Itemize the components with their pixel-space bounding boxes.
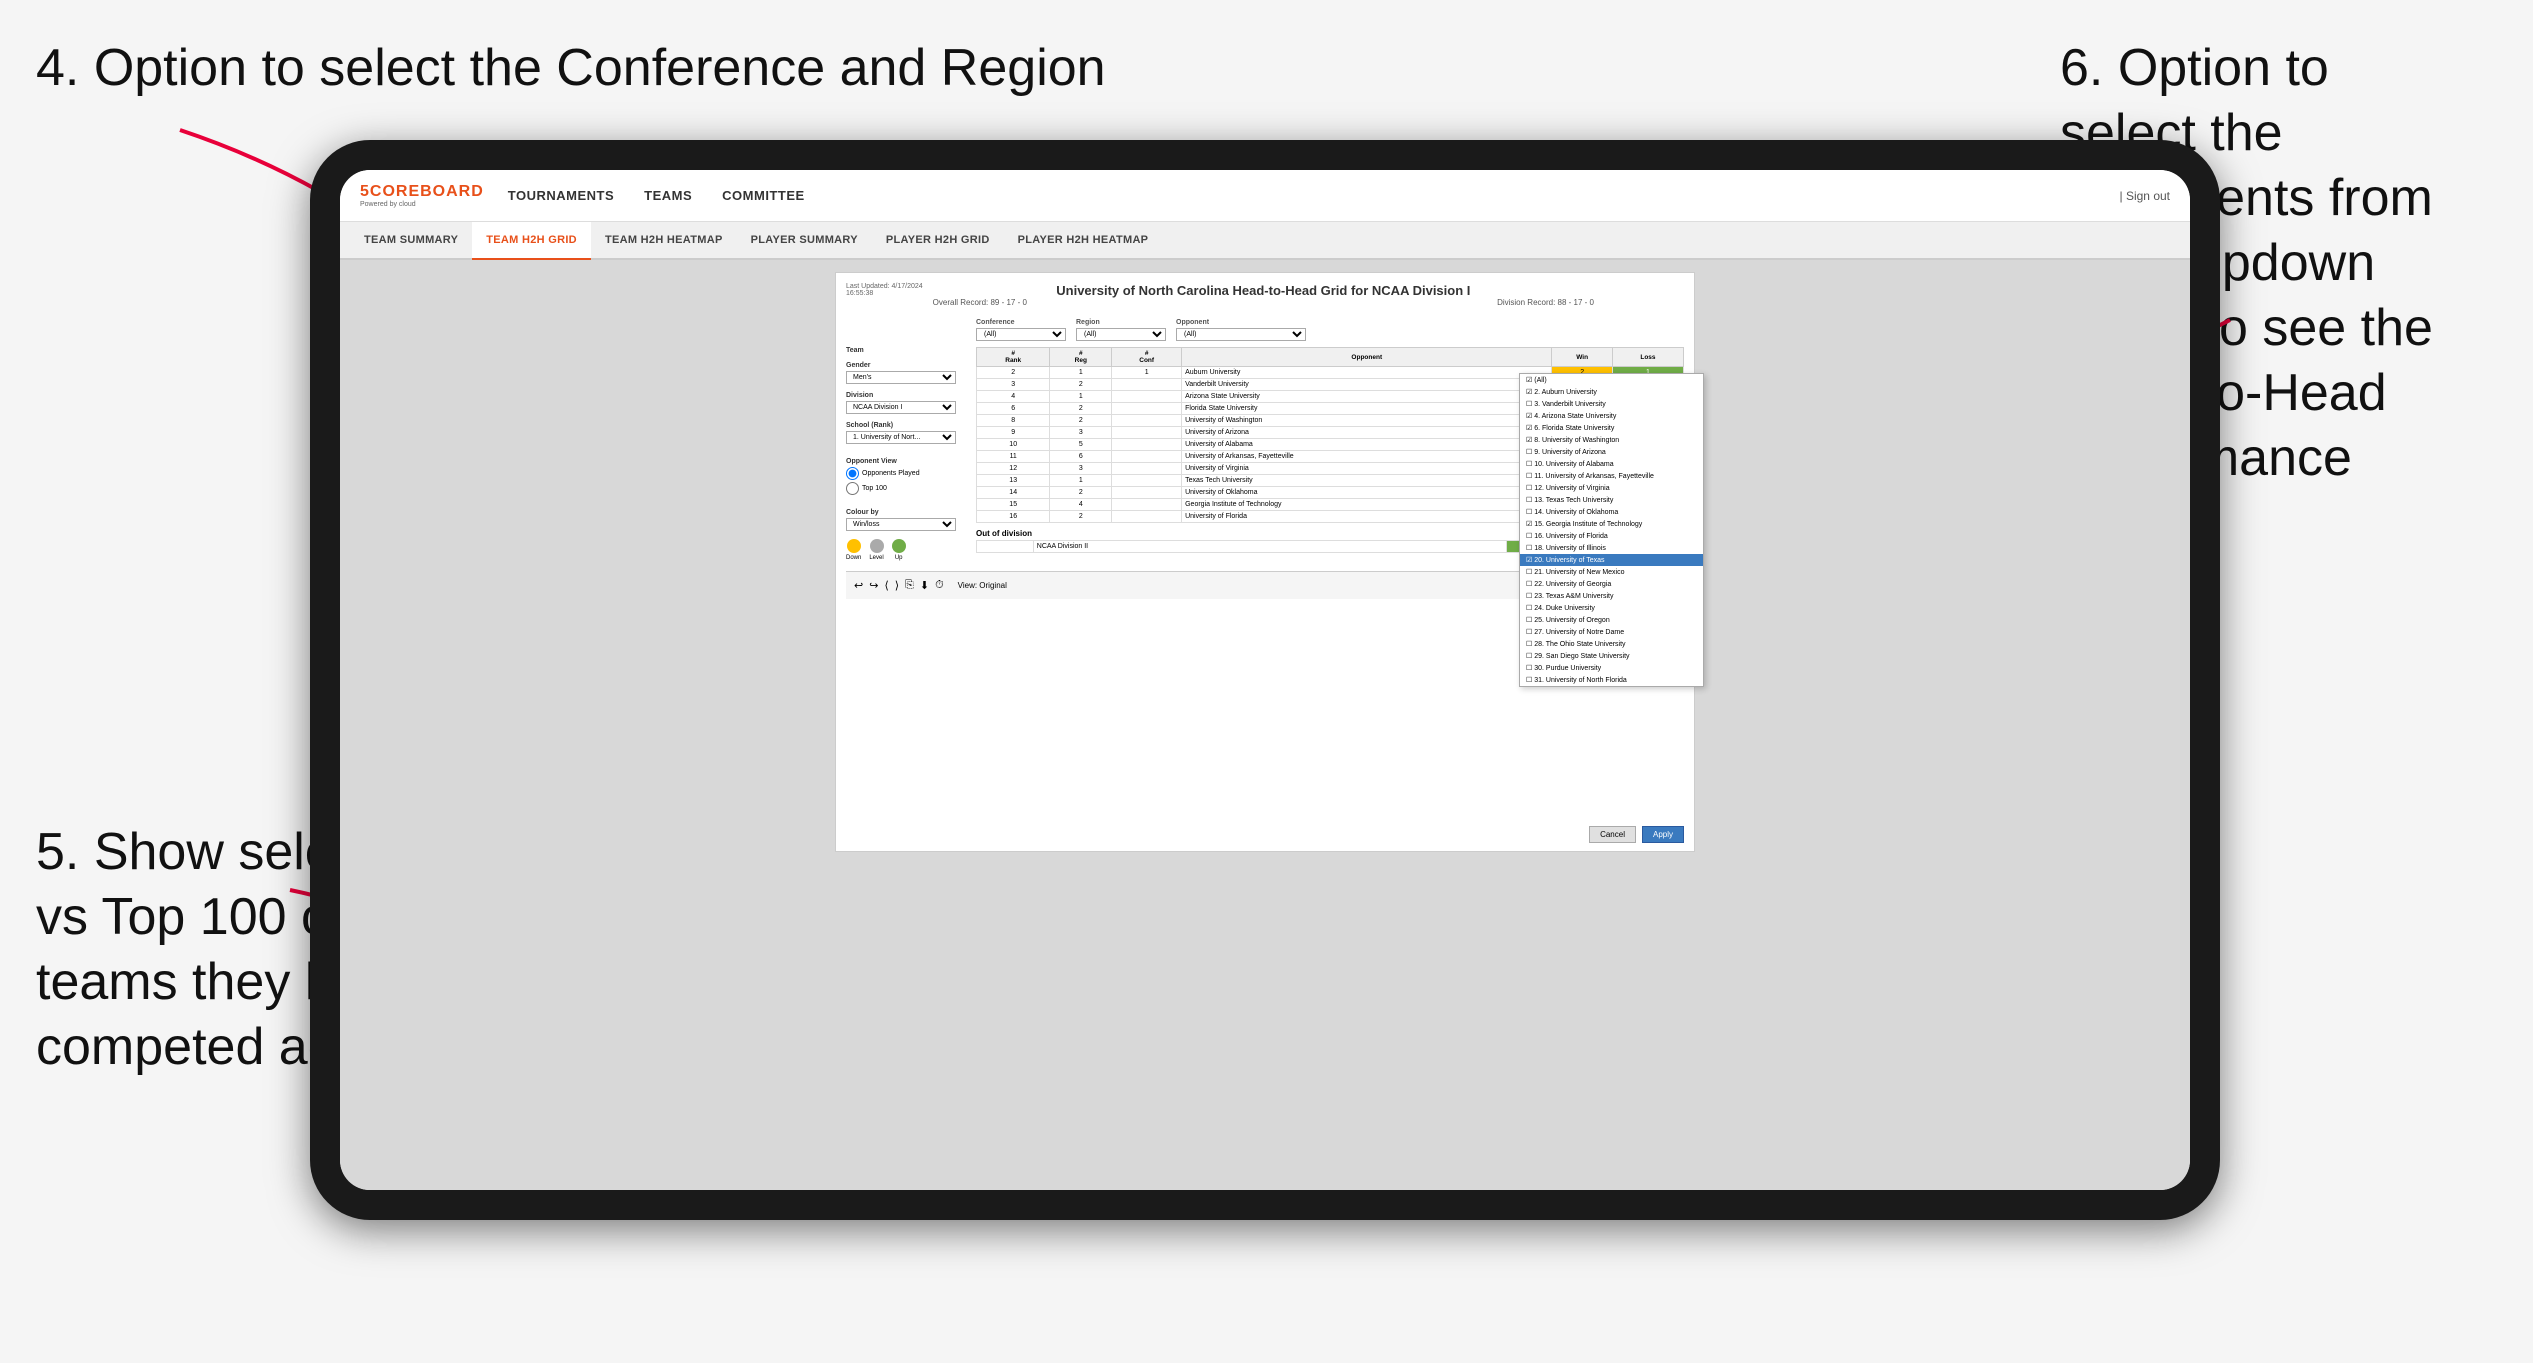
col-loss: Loss: [1612, 348, 1683, 367]
dropdown-item-12[interactable]: 12. University of Virginia: [1520, 482, 1703, 494]
toolbar-redo[interactable]: ↪: [869, 579, 878, 592]
legend-level: [870, 539, 884, 553]
colour-by-section: Colour by Win/loss: [846, 509, 966, 531]
radio-opponents-played[interactable]: Opponents Played: [846, 467, 966, 480]
dropdown-item-23[interactable]: 23. Texas A&M University: [1520, 590, 1703, 602]
radio-top-100[interactable]: Top 100: [846, 482, 966, 495]
colour-by-select[interactable]: Win/loss: [846, 518, 956, 531]
dropdown-item-27[interactable]: 27. University of Notre Dame: [1520, 626, 1703, 638]
left-panel: Team Gender Men's Division: [846, 347, 966, 561]
dropdown-item-13[interactable]: 13. Texas Tech University: [1520, 494, 1703, 506]
dropdown-item-9[interactable]: 9. University of Arizona: [1520, 446, 1703, 458]
dropdown-item-10[interactable]: 10. University of Alabama: [1520, 458, 1703, 470]
dropdown-item-24[interactable]: 24. Duke University: [1520, 602, 1703, 614]
col-rank: #Rank: [977, 348, 1050, 367]
dropdown-item-20[interactable]: ☑ 20. University of Texas: [1520, 554, 1703, 566]
opponent-select[interactable]: (All): [1176, 328, 1306, 341]
col-win: Win: [1552, 348, 1612, 367]
dropdown-item-15[interactable]: 15. Georgia Institute of Technology: [1520, 518, 1703, 530]
dropdown-item-2[interactable]: 2. Auburn University: [1520, 386, 1703, 398]
action-buttons: Cancel Apply: [1589, 826, 1684, 843]
nav-tournaments[interactable]: TOURNAMENTS: [508, 188, 614, 203]
dropdown-item-16[interactable]: 16. University of Florida: [1520, 530, 1703, 542]
toolbar-undo[interactable]: ↩: [854, 579, 863, 592]
toolbar-export[interactable]: ⬇: [920, 579, 929, 592]
gender-section: Gender Men's: [846, 362, 966, 384]
division-select[interactable]: NCAA Division I: [846, 401, 956, 414]
legend-up: [892, 539, 906, 553]
dropdown-item-18[interactable]: 18. University of Illinois: [1520, 542, 1703, 554]
radio-group: Opponents Played Top 100: [846, 467, 966, 495]
dropdown-item-28[interactable]: 28. The Ohio State University: [1520, 638, 1703, 650]
tab-player-h2h-heatmap[interactable]: PLAYER H2H HEATMAP: [1004, 222, 1163, 260]
toolbar-view: View: Original: [958, 581, 1007, 590]
dropdown-item-4[interactable]: 4. Arizona State University: [1520, 410, 1703, 422]
tab-h2h-heatmap[interactable]: TEAM H2H HEATMAP: [591, 222, 737, 260]
nav-items: TOURNAMENTS TEAMS COMMITTEE: [508, 188, 2120, 203]
annotation-top-left: 4. Option to select the Conference and R…: [36, 36, 1106, 101]
opponent-view-section: Opponent View Opponents Played Top 100: [846, 458, 966, 495]
tab-team-summary[interactable]: TEAM SUMMARY: [350, 222, 472, 260]
top-nav: 5COREBOARD Powered by cloud TOURNAMENTS …: [340, 170, 2190, 222]
main-layout: Team Gender Men's Division: [846, 347, 1684, 561]
conference-select[interactable]: (All): [976, 328, 1066, 341]
dropdown-item-14[interactable]: 14. University of Oklahoma: [1520, 506, 1703, 518]
dropdown-item-30[interactable]: 30. Purdue University: [1520, 662, 1703, 674]
opponent-filter: Opponent (All): [1176, 319, 1306, 341]
logo: 5COREBOARD Powered by cloud: [360, 183, 484, 208]
dropdown-item-21[interactable]: 21. University of New Mexico: [1520, 566, 1703, 578]
dropdown-item-25[interactable]: 25. University of Oregon: [1520, 614, 1703, 626]
dropdown-item-3[interactable]: 3. Vanderbilt University: [1520, 398, 1703, 410]
tablet-screen: 5COREBOARD Powered by cloud TOURNAMENTS …: [340, 170, 2190, 1190]
division-section: Division NCAA Division I: [846, 392, 966, 414]
school-rank-section: School (Rank) 1. University of Nort...: [846, 422, 966, 444]
dropdown-item-8[interactable]: 8. University of Washington: [1520, 434, 1703, 446]
dropdown-item-6[interactable]: 6. Florida State University: [1520, 422, 1703, 434]
nav-teams[interactable]: TEAMS: [644, 188, 692, 203]
last-updated: Last Updated: 4/17/202416:55:38: [846, 283, 923, 297]
cancel-button[interactable]: Cancel: [1589, 826, 1636, 843]
dropdown-item-29[interactable]: 29. San Diego State University: [1520, 650, 1703, 662]
toolbar-clock[interactable]: ⏱: [935, 579, 944, 592]
report-title: University of North Carolina Head-to-Hea…: [923, 283, 1604, 298]
toolbar-forward[interactable]: ⟩: [895, 579, 899, 592]
content-area: Last Updated: 4/17/202416:55:38 Universi…: [340, 260, 2190, 1190]
nav-committee[interactable]: COMMITTEE: [722, 188, 805, 203]
col-reg: #Reg: [1050, 348, 1112, 367]
tablet-frame: 5COREBOARD Powered by cloud TOURNAMENTS …: [310, 140, 2220, 1220]
col-conf: #Conf: [1112, 348, 1182, 367]
tab-nav: TEAM SUMMARY TEAM H2H GRID TEAM H2H HEAT…: [340, 222, 2190, 260]
toolbar-copy[interactable]: ⎘: [905, 579, 914, 592]
col-opponent: Opponent: [1182, 348, 1552, 367]
dropdown-item-11[interactable]: 11. University of Arkansas, Fayetteville: [1520, 470, 1703, 482]
sign-out[interactable]: | Sign out: [2120, 189, 2170, 203]
filters-row: Conference (All) Region (All): [976, 319, 1684, 341]
tab-h2h-grid[interactable]: TEAM H2H GRID: [472, 222, 591, 260]
team-section: Team: [846, 347, 966, 354]
tab-player-summary[interactable]: PLAYER SUMMARY: [737, 222, 872, 260]
legend: Down Level Up: [846, 539, 966, 561]
record-row: Overall Record: 89 - 17 - 0 Division Rec…: [923, 298, 1604, 307]
toolbar-back[interactable]: ⟨: [884, 579, 888, 592]
legend-down: [847, 539, 861, 553]
dropdown-item-22[interactable]: 22. University of Georgia: [1520, 578, 1703, 590]
school-rank-select[interactable]: 1. University of Nort...: [846, 431, 956, 444]
dropdown-item-all[interactable]: (All): [1520, 374, 1703, 386]
tab-player-h2h-grid[interactable]: PLAYER H2H GRID: [872, 222, 1004, 260]
report-card: Last Updated: 4/17/202416:55:38 Universi…: [835, 272, 1695, 852]
dropdown-item-31[interactable]: 31. University of North Florida: [1520, 674, 1703, 686]
region-select[interactable]: (All): [1076, 328, 1166, 341]
region-filter: Region (All): [1076, 319, 1166, 341]
gender-select[interactable]: Men's: [846, 371, 956, 384]
apply-button[interactable]: Apply: [1642, 826, 1684, 843]
opponent-dropdown[interactable]: (All) 2. Auburn University 3. Vanderbilt…: [1519, 373, 1704, 687]
conference-filter: Conference (All): [976, 319, 1066, 341]
